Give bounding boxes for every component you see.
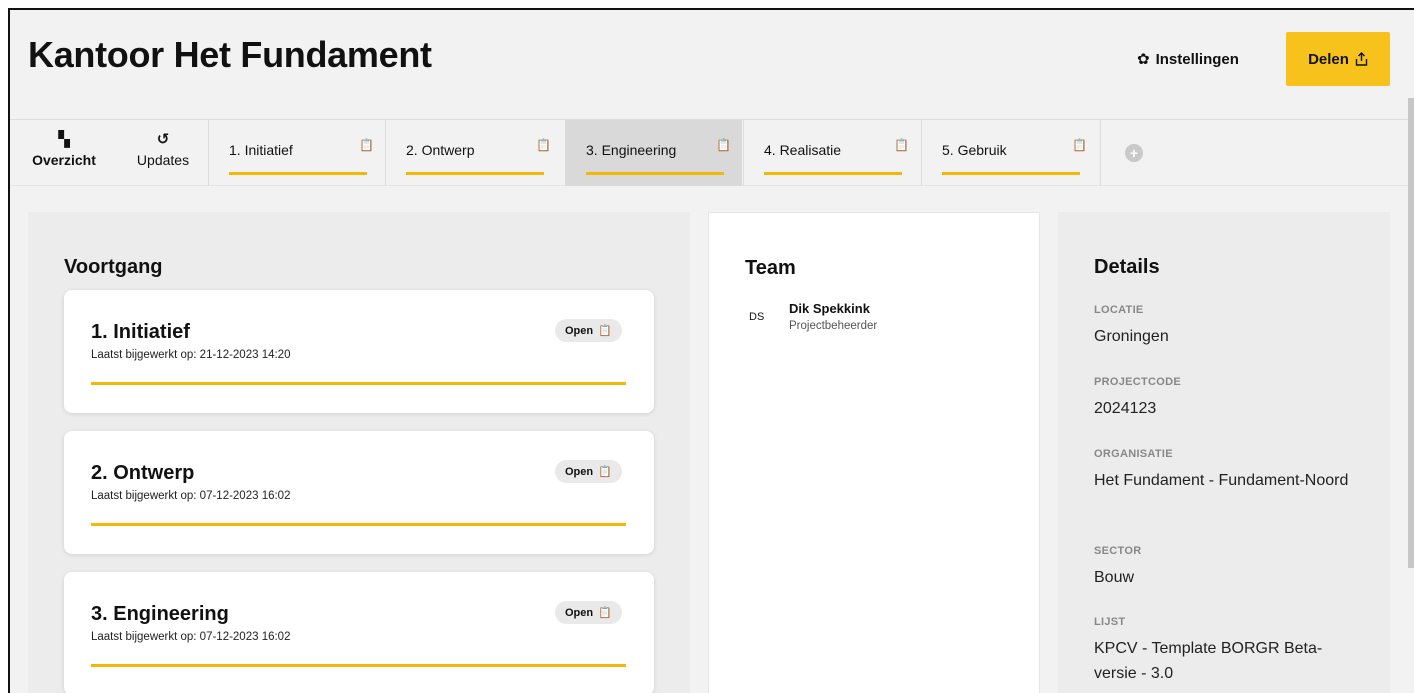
settings-button[interactable]: ✿ Instellingen: [1137, 50, 1239, 69]
phase-card-title: 3. Engineering: [91, 603, 229, 625]
clipboard-icon: 📋: [894, 138, 909, 152]
detail-label: PROJECTCODE: [1094, 376, 1182, 388]
member-role: Projectbeheerder: [789, 320, 878, 332]
tab-overview-label: Overzicht: [32, 152, 96, 168]
app-window: Kantoor Het Fundament ✿ Instellingen Del…: [8, 8, 1414, 693]
tab-phase-label: 3. Engineering: [586, 142, 677, 158]
phase-card-title: 1. Initiatief: [91, 321, 190, 343]
page-header: Kantoor Het Fundament ✿ Instellingen Del…: [10, 10, 1414, 120]
clipboard-icon: 📋: [598, 607, 612, 619]
avatar: DS: [749, 311, 765, 323]
tab-phase-1[interactable]: 1. Initiatief 📋: [208, 120, 385, 186]
clipboard-icon: 📋: [716, 138, 731, 152]
share-label: Delen: [1308, 50, 1349, 68]
phase-card-updated: Laatst bijgewerkt op: 21-12-2023 14:20: [91, 349, 291, 361]
status-badge[interactable]: Open 📋: [555, 319, 622, 342]
tab-phase-label: 1. Initiatief: [229, 142, 293, 158]
details-heading: Details: [1094, 256, 1160, 278]
phase-progress-bar: [406, 172, 544, 175]
tab-phase-2[interactable]: 2. Ontwerp 📋: [385, 120, 562, 186]
detail-project-code: PROJECTCODE 2024123: [1094, 376, 1364, 421]
detail-label: LOCATIE: [1094, 304, 1144, 316]
tab-updates[interactable]: ↺ Updates: [118, 120, 208, 186]
clipboard-icon: 📋: [598, 466, 612, 478]
detail-organisation: ORGANISATIE Het Fundament - Fundament-No…: [1094, 448, 1364, 493]
page-title: Kantoor Het Fundament: [28, 34, 432, 75]
add-phase-button[interactable]: +: [1100, 120, 1160, 186]
clipboard-icon: 📋: [1072, 138, 1087, 152]
detail-label: LIJST: [1094, 616, 1126, 628]
phase-card-progress: [91, 664, 626, 667]
team-heading: Team: [745, 257, 796, 279]
plus-icon: +: [1125, 144, 1143, 162]
detail-sector: SECTOR Bouw: [1094, 545, 1364, 590]
tab-overview[interactable]: ▚ Overzicht: [10, 120, 118, 186]
status-badge-label: Open: [565, 465, 594, 478]
share-button[interactable]: Delen: [1286, 32, 1390, 86]
tab-bar: ▚ Overzicht ↺ Updates 1. Initiatief 📋 2.…: [10, 120, 1414, 186]
phase-card-updated: Laatst bijgewerkt op: 07-12-2023 16:02: [91, 490, 291, 502]
phase-progress-bar: [942, 172, 1080, 175]
detail-value: KPCV - Template BORGR Beta-versie - 3.0: [1094, 640, 1323, 682]
progress-panel: Voortgang 1. Initiatief Laatst bijgewerk…: [28, 212, 690, 693]
phase-progress-bar: [764, 172, 902, 175]
phase-progress-bar: [229, 172, 367, 175]
status-badge[interactable]: Open 📋: [555, 601, 622, 624]
phase-card-progress: [91, 523, 626, 526]
phase-card[interactable]: 3. Engineering Laatst bijgewerkt op: 07-…: [64, 572, 654, 693]
tab-updates-label: Updates: [136, 152, 190, 168]
phase-card-updated: Laatst bijgewerkt op: 07-12-2023 16:02: [91, 631, 291, 643]
detail-location: LOCATIE Groningen: [1094, 304, 1364, 349]
status-badge-label: Open: [565, 324, 594, 337]
detail-label: SECTOR: [1094, 545, 1142, 557]
team-panel: Team DS Dik Spekkink Projectbeheerder: [708, 212, 1040, 693]
detail-value: Bouw: [1094, 569, 1135, 586]
share-icon: [1355, 52, 1368, 66]
settings-label: Instellingen: [1155, 50, 1239, 68]
detail-value: 2024123: [1094, 400, 1157, 417]
history-icon: ↺: [156, 131, 170, 148]
status-badge-label: Open: [565, 606, 594, 619]
detail-value: Groningen: [1094, 328, 1169, 345]
status-badge[interactable]: Open 📋: [555, 460, 622, 483]
tab-phase-5[interactable]: 5. Gebruik 📋: [921, 120, 1098, 186]
tab-phase-3[interactable]: 3. Engineering 📋: [565, 120, 742, 186]
tab-phase-label: 5. Gebruik: [942, 142, 1007, 158]
detail-list: LIJST KPCV - Template BORGR Beta-versie …: [1094, 616, 1364, 686]
phase-card[interactable]: 2. Ontwerp Laatst bijgewerkt op: 07-12-2…: [64, 431, 654, 554]
phase-card-title: 2. Ontwerp: [91, 462, 195, 484]
phase-card-progress: [91, 382, 626, 385]
phase-progress-bar: [586, 172, 724, 175]
phase-card[interactable]: 1. Initiatief Laatst bijgewerkt op: 21-1…: [64, 290, 654, 413]
clipboard-icon: 📋: [536, 138, 551, 152]
member-name: Dik Spekkink: [789, 301, 870, 316]
detail-label: ORGANISATIE: [1094, 448, 1173, 460]
clipboard-icon: 📋: [598, 325, 612, 337]
scrollbar[interactable]: [1408, 98, 1414, 568]
detail-value: Het Fundament - Fundament-Noord: [1094, 472, 1349, 489]
details-panel: Details LOCATIE Groningen PROJECTCODE 20…: [1058, 212, 1390, 693]
clipboard-icon: 📋: [359, 138, 374, 152]
tab-phase-label: 2. Ontwerp: [406, 142, 475, 158]
progress-heading: Voortgang: [64, 256, 163, 278]
dashboard-icon: ▚: [58, 131, 70, 148]
gear-icon: ✿: [1137, 51, 1150, 68]
tab-phase-label: 4. Realisatie: [764, 142, 842, 158]
tab-phase-4[interactable]: 4. Realisatie 📋: [743, 120, 920, 186]
